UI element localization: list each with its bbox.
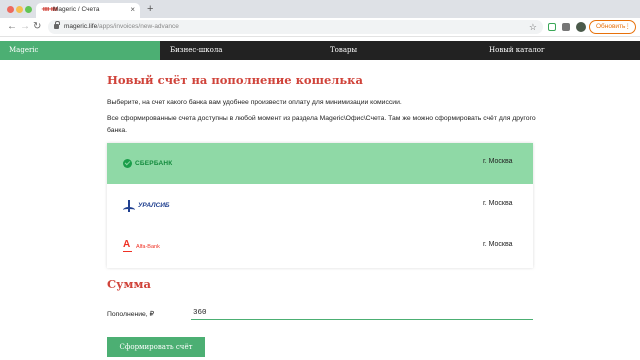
nav-item-products[interactable]: Товары [330, 41, 357, 60]
sberbank-mark-icon [123, 159, 132, 168]
nav-item-business-school[interactable]: Бизнес-школа [170, 41, 222, 60]
alfabank-mark-icon [123, 239, 132, 252]
profile-avatar[interactable] [576, 22, 586, 32]
window-close-icon[interactable] [7, 6, 14, 13]
uralsib-name: УРАЛСИБ [138, 202, 170, 209]
tab-title: Mageric / Счета [53, 6, 100, 13]
page-title: Новый счёт на пополнение кошелька [107, 73, 363, 87]
site-nav: Mageric Бизнес-школа Товары Новый катало… [0, 41, 640, 60]
url-text[interactable]: mageric.life/apps/invoices/new-advance [64, 23, 179, 30]
info-text: Все сформированные счета доступны в любо… [107, 115, 536, 134]
browser-tab[interactable]: ᚓᚓ Mageric / Счета × [36, 3, 140, 18]
browser-tab-bar: ᚓᚓ Mageric / Счета × + [0, 0, 640, 18]
back-arrow-icon[interactable]: ← [7, 21, 17, 33]
new-tab-button[interactable]: + [147, 3, 153, 15]
instruction-text: Выберите, на счет какого банка вам удобн… [107, 99, 402, 106]
sberbank-logo: СБЕРБАНК [123, 156, 172, 171]
forward-arrow-icon[interactable]: → [20, 21, 30, 33]
reload-icon[interactable]: ↻ [33, 21, 41, 33]
uralsib-logo: УРАЛСИБ [123, 198, 170, 213]
bank-city: г. Москва [483, 241, 513, 248]
url-path: /apps/invoices/new-advance [97, 23, 179, 30]
update-button-label: Обновить [596, 23, 626, 30]
amount-input[interactable] [191, 306, 533, 320]
alfabank-name: Alfa-Bank [136, 243, 160, 250]
amount-label: Пополнение, ₽ [107, 311, 154, 318]
menu-dots-icon: ⋮ [624, 23, 632, 30]
window-minimize-icon[interactable] [16, 6, 23, 13]
extension-puzzle-icon[interactable] [562, 23, 570, 31]
window-maximize-icon[interactable] [25, 6, 32, 13]
browser-toolbar: ← → ↻ mageric.life/apps/invoices/new-adv… [0, 18, 640, 37]
bank-city: г. Москва [483, 200, 513, 207]
address-bar[interactable]: mageric.life/apps/invoices/new-advance ☆ [48, 20, 543, 34]
alfabank-logo: Alfa-Bank [123, 239, 160, 254]
update-button[interactable]: Обновить ⋮ [589, 20, 636, 34]
nav-item-new-catalog[interactable]: Новый каталог [489, 41, 545, 60]
mageric-favicon-icon: ᚓᚓ [42, 6, 59, 13]
sberbank-name: СБЕРБАНК [135, 160, 173, 167]
bank-option-sberbank[interactable]: СБЕРБАНК г. Москва [107, 143, 533, 184]
tab-close-icon[interactable]: × [130, 5, 135, 15]
nav-item-mageric[interactable]: Mageric [0, 41, 160, 60]
bookmark-star-icon[interactable]: ☆ [529, 21, 537, 33]
bank-list: СБЕРБАНК г. Москва УРАЛСИБ г. Москва Alf… [107, 143, 533, 268]
bank-city: г. Москва [483, 158, 513, 165]
amount-section-title: Сумма [107, 277, 151, 291]
extension-icon[interactable] [548, 23, 556, 31]
url-host: mageric.life [64, 23, 98, 30]
bank-option-alfabank[interactable]: Alfa-Bank г. Москва [107, 226, 533, 267]
uralsib-mark-icon [123, 199, 135, 212]
generate-invoice-button[interactable]: Сформировать счёт [107, 337, 205, 357]
bank-option-uralsib[interactable]: УРАЛСИБ г. Москва [107, 185, 533, 226]
lock-icon[interactable] [54, 21, 60, 29]
